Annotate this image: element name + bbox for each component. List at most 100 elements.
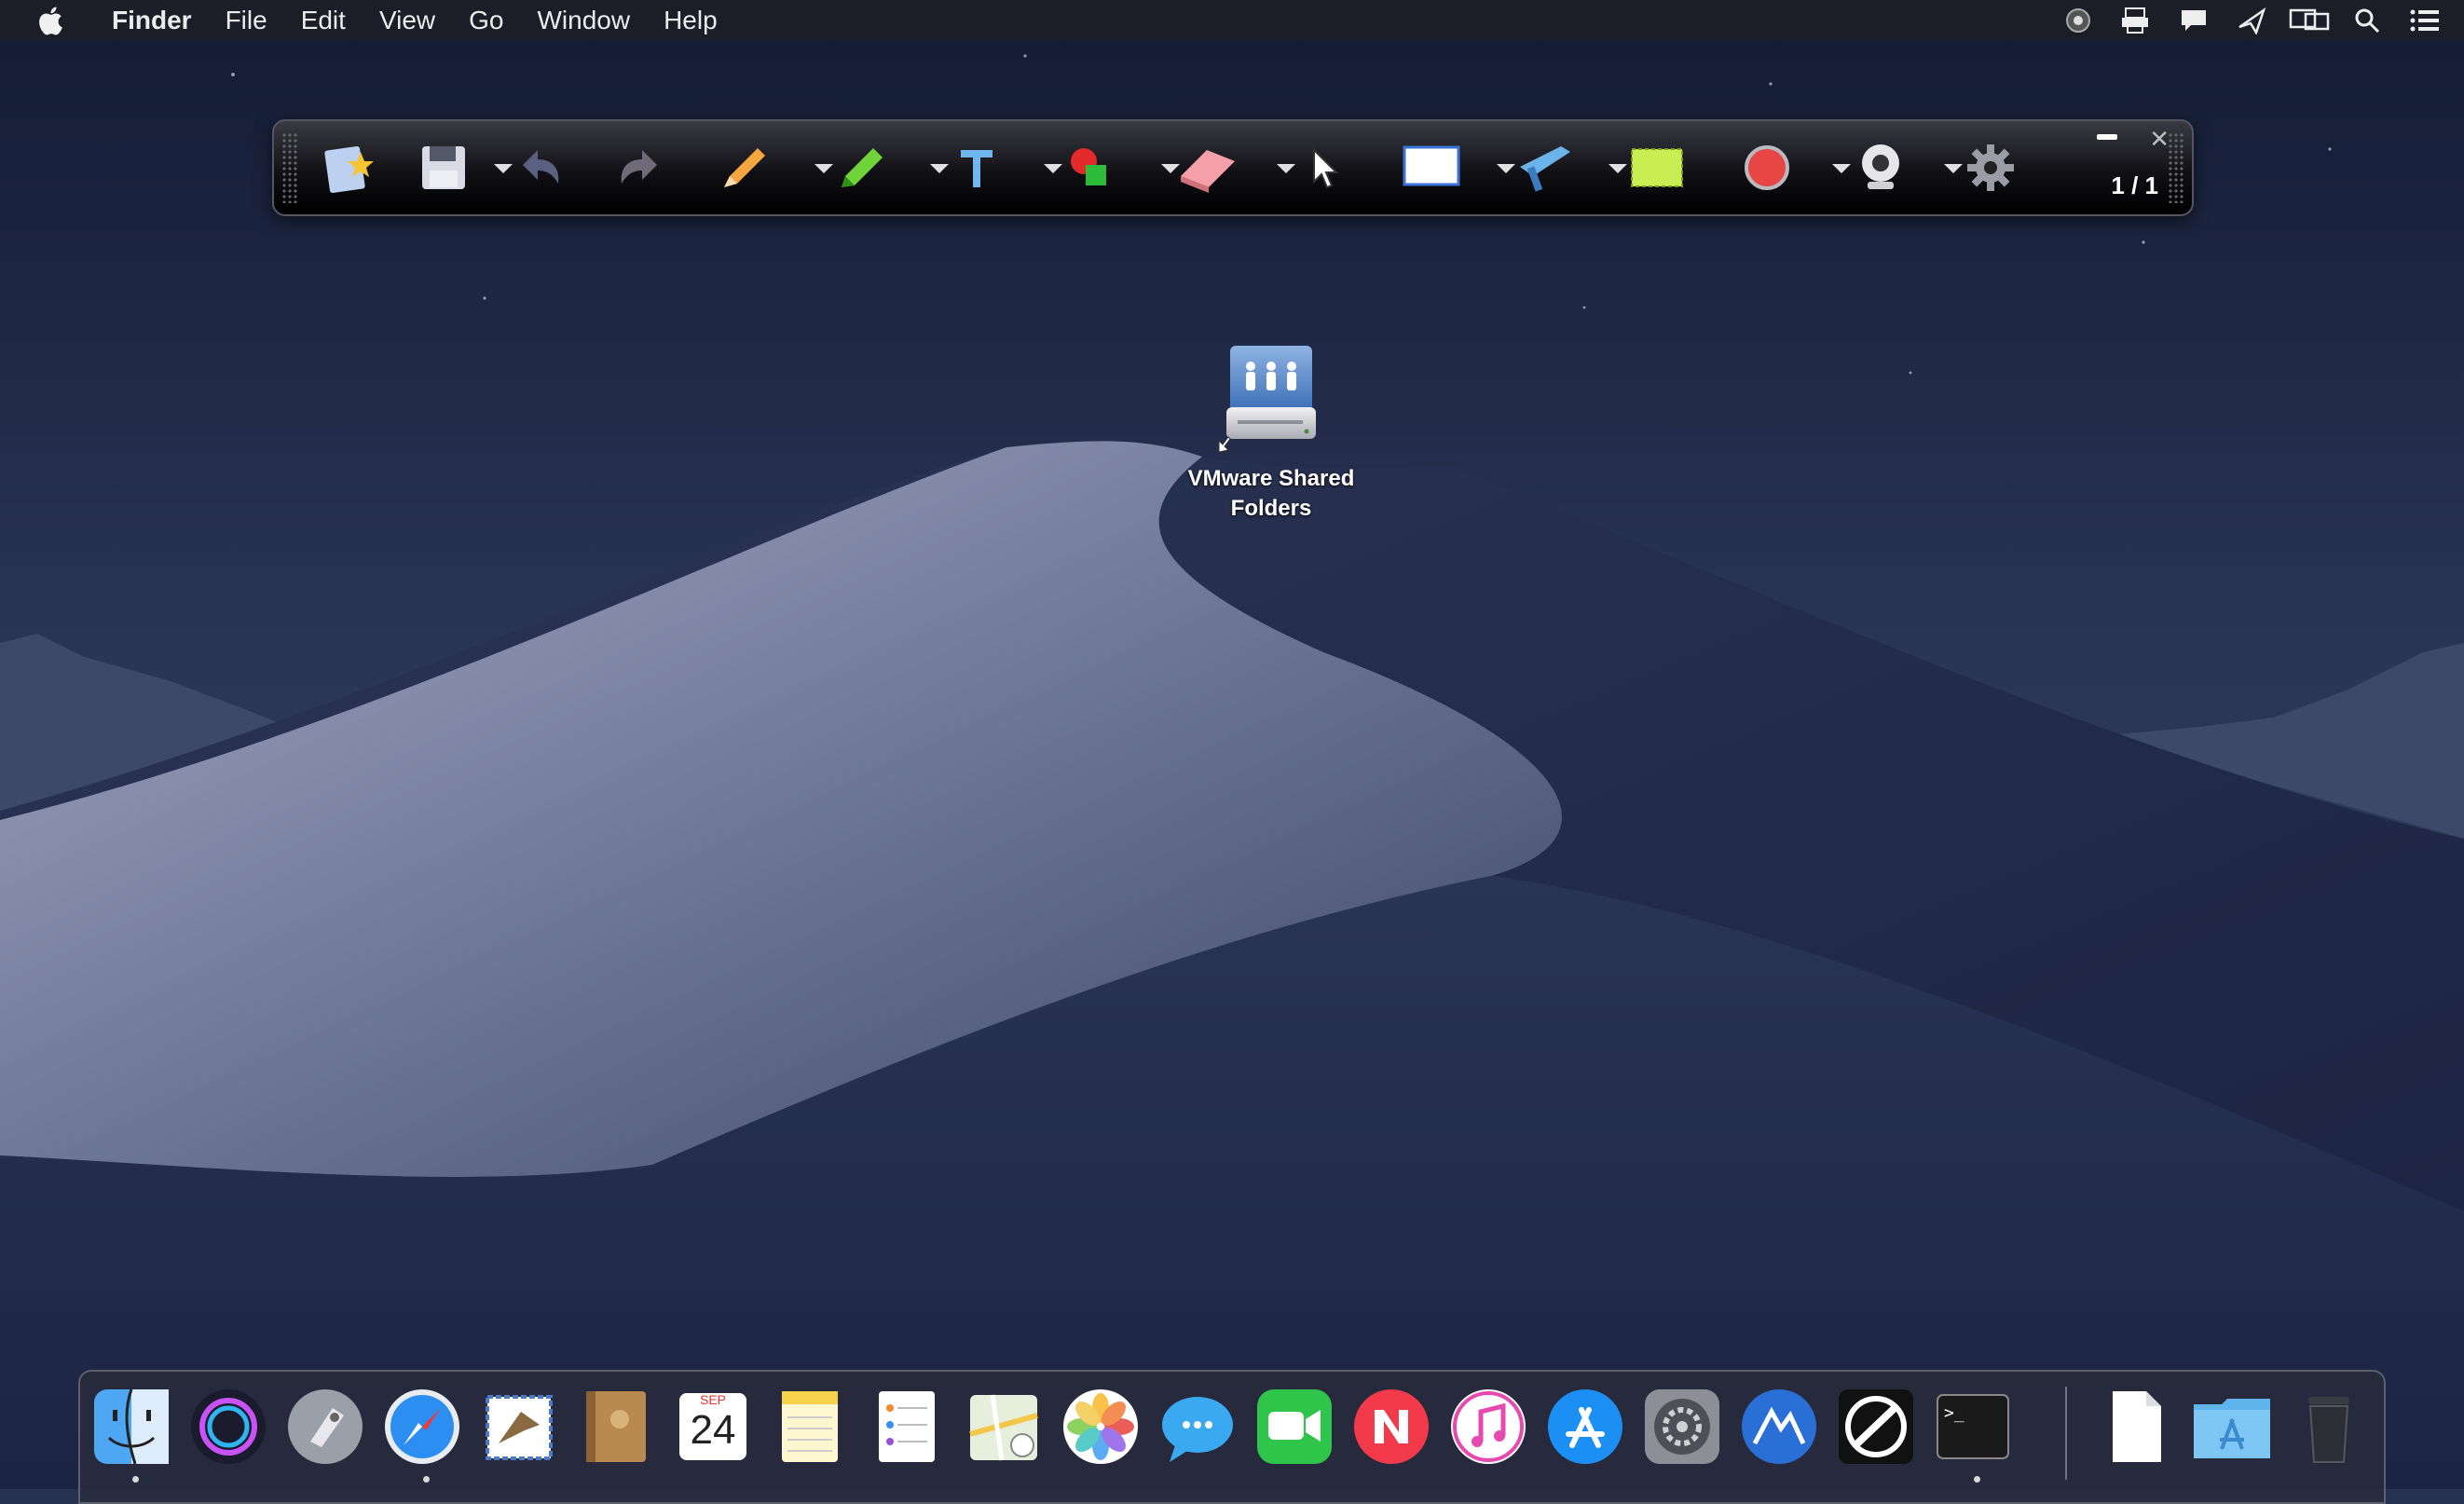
annotation-toolbar: ✕ 1 / 1 xyxy=(272,119,2194,216)
menu-bar: Finder File Edit View Go Window Help xyxy=(0,0,2464,41)
launchpad-icon xyxy=(288,1389,363,1464)
undo-button[interactable] xyxy=(507,134,574,201)
dock-siri[interactable] xyxy=(186,1385,270,1469)
dock-document[interactable] xyxy=(2093,1385,2177,1469)
siri-icon xyxy=(191,1389,266,1464)
dock-screen-annotation[interactable] xyxy=(1834,1385,1918,1469)
shapes-button[interactable] xyxy=(1057,134,1124,201)
redo-button[interactable] xyxy=(606,134,673,201)
toolbar-grip-left[interactable] xyxy=(281,132,298,203)
facetime-icon xyxy=(1257,1389,1332,1464)
webcam-icon xyxy=(1862,144,1899,189)
airplay-icon[interactable] xyxy=(2229,0,2274,41)
printer-icon[interactable] xyxy=(2114,0,2158,41)
menu-go[interactable]: Go xyxy=(452,0,520,41)
display-icon[interactable] xyxy=(2287,0,2332,41)
pencil-button[interactable] xyxy=(710,134,777,201)
menu-edit[interactable]: Edit xyxy=(284,0,363,41)
document-icon xyxy=(2113,1391,2161,1462)
whiteboard-button[interactable] xyxy=(1398,134,1465,201)
mail-icon xyxy=(486,1395,553,1460)
line-tool-icon xyxy=(1520,146,1570,192)
eraser-icon xyxy=(1181,150,1235,193)
terminal-prompt: >_ xyxy=(1944,1403,1964,1423)
new-page-button[interactable] xyxy=(315,134,382,201)
finder-running-indicator xyxy=(132,1476,139,1483)
app-store-icon xyxy=(1548,1389,1622,1464)
calendar-day: 24 xyxy=(690,1407,736,1453)
save-icon xyxy=(422,146,465,189)
new-page-icon xyxy=(324,145,374,194)
shapes-icon xyxy=(1071,148,1106,185)
menu-app-finder[interactable]: Finder xyxy=(103,0,209,41)
desktop-icon-label: VMware Shared Folders xyxy=(1187,466,1355,521)
text-button[interactable] xyxy=(943,134,1010,201)
screen-annotation-icon xyxy=(1839,1389,1913,1464)
affinity-icon xyxy=(1742,1389,1816,1464)
save-button[interactable] xyxy=(412,134,479,201)
eraser-button[interactable] xyxy=(1174,134,1241,201)
photos-icon xyxy=(1063,1389,1138,1464)
dock-news[interactable] xyxy=(1349,1385,1433,1469)
webcam-button[interactable] xyxy=(1847,134,1914,201)
rectangle-fill-button[interactable] xyxy=(1623,134,1691,201)
notification-center-icon[interactable] xyxy=(2402,0,2447,41)
dock-mail[interactable] xyxy=(477,1385,561,1469)
applications-folder-icon xyxy=(2194,1399,2270,1458)
line-tool-button[interactable] xyxy=(1512,134,1579,201)
dock-trash[interactable] xyxy=(2287,1385,2371,1469)
system-preferences-icon xyxy=(1645,1389,1719,1464)
dock-itunes[interactable] xyxy=(1446,1385,1530,1469)
dock-app-store[interactable] xyxy=(1543,1385,1627,1469)
messages-icon[interactable] xyxy=(2171,0,2216,41)
vmware-tools-icon[interactable] xyxy=(2056,0,2101,41)
trash-icon xyxy=(2308,1397,2349,1463)
apple-menu-icon[interactable] xyxy=(35,4,69,37)
dock: SEP 24 >_ xyxy=(78,1370,2386,1504)
dock-notes[interactable] xyxy=(768,1385,852,1469)
messages-icon xyxy=(1162,1397,1233,1462)
menu-view[interactable]: View xyxy=(363,0,452,41)
terminal-running-indicator xyxy=(1974,1476,1980,1483)
cursor-button[interactable] xyxy=(1290,134,1357,201)
itunes-icon xyxy=(1451,1389,1526,1464)
finder-icon xyxy=(94,1388,169,1465)
dock-messages[interactable] xyxy=(1156,1385,1239,1469)
dock-terminal[interactable]: >_ xyxy=(1931,1385,2015,1469)
safari-running-indicator xyxy=(423,1476,430,1483)
calendar-month: SEP xyxy=(699,1392,726,1407)
dock-maps[interactable] xyxy=(962,1385,1046,1469)
toolbar-close-button[interactable]: ✕ xyxy=(2149,125,2170,154)
dock-system-preferences[interactable] xyxy=(1640,1385,1724,1469)
reminders-icon xyxy=(879,1391,935,1462)
dock-safari[interactable] xyxy=(380,1385,464,1469)
record-button[interactable] xyxy=(1733,134,1800,201)
dock-separator xyxy=(2065,1387,2067,1480)
menu-help[interactable]: Help xyxy=(647,0,734,41)
menu-window[interactable]: Window xyxy=(520,0,647,41)
dock-calendar[interactable]: SEP 24 xyxy=(671,1385,755,1469)
dock-photos[interactable] xyxy=(1059,1385,1143,1469)
notes-icon xyxy=(782,1391,838,1462)
toolbar-grip-right[interactable] xyxy=(2168,132,2184,203)
dock-launchpad[interactable] xyxy=(283,1385,367,1469)
dock-facetime[interactable] xyxy=(1253,1385,1336,1469)
page-counter: 1 / 1 xyxy=(2111,171,2158,199)
dock-applications-folder[interactable] xyxy=(2190,1385,2274,1469)
dock-finder[interactable] xyxy=(89,1385,173,1469)
settings-button[interactable] xyxy=(1957,134,2024,201)
dock-contacts[interactable] xyxy=(574,1385,658,1469)
desktop-icon-vmware-shared-folders[interactable]: VMware Shared Folders xyxy=(1170,340,1373,524)
status-area xyxy=(2043,0,2447,41)
cursor-icon xyxy=(1313,147,1339,189)
desktop-wallpaper xyxy=(0,0,2464,1489)
menu-file[interactable]: File xyxy=(209,0,284,41)
highlighter-button[interactable] xyxy=(828,134,895,201)
spotlight-search-icon[interactable] xyxy=(2345,0,2389,41)
whiteboard-icon xyxy=(1403,145,1460,186)
dock-reminders[interactable] xyxy=(865,1385,949,1469)
toolbar-minimize-button[interactable] xyxy=(2097,134,2117,140)
shared-drive-icon xyxy=(1218,346,1316,453)
redo-icon xyxy=(621,150,657,184)
dock-affinity[interactable] xyxy=(1737,1385,1821,1469)
